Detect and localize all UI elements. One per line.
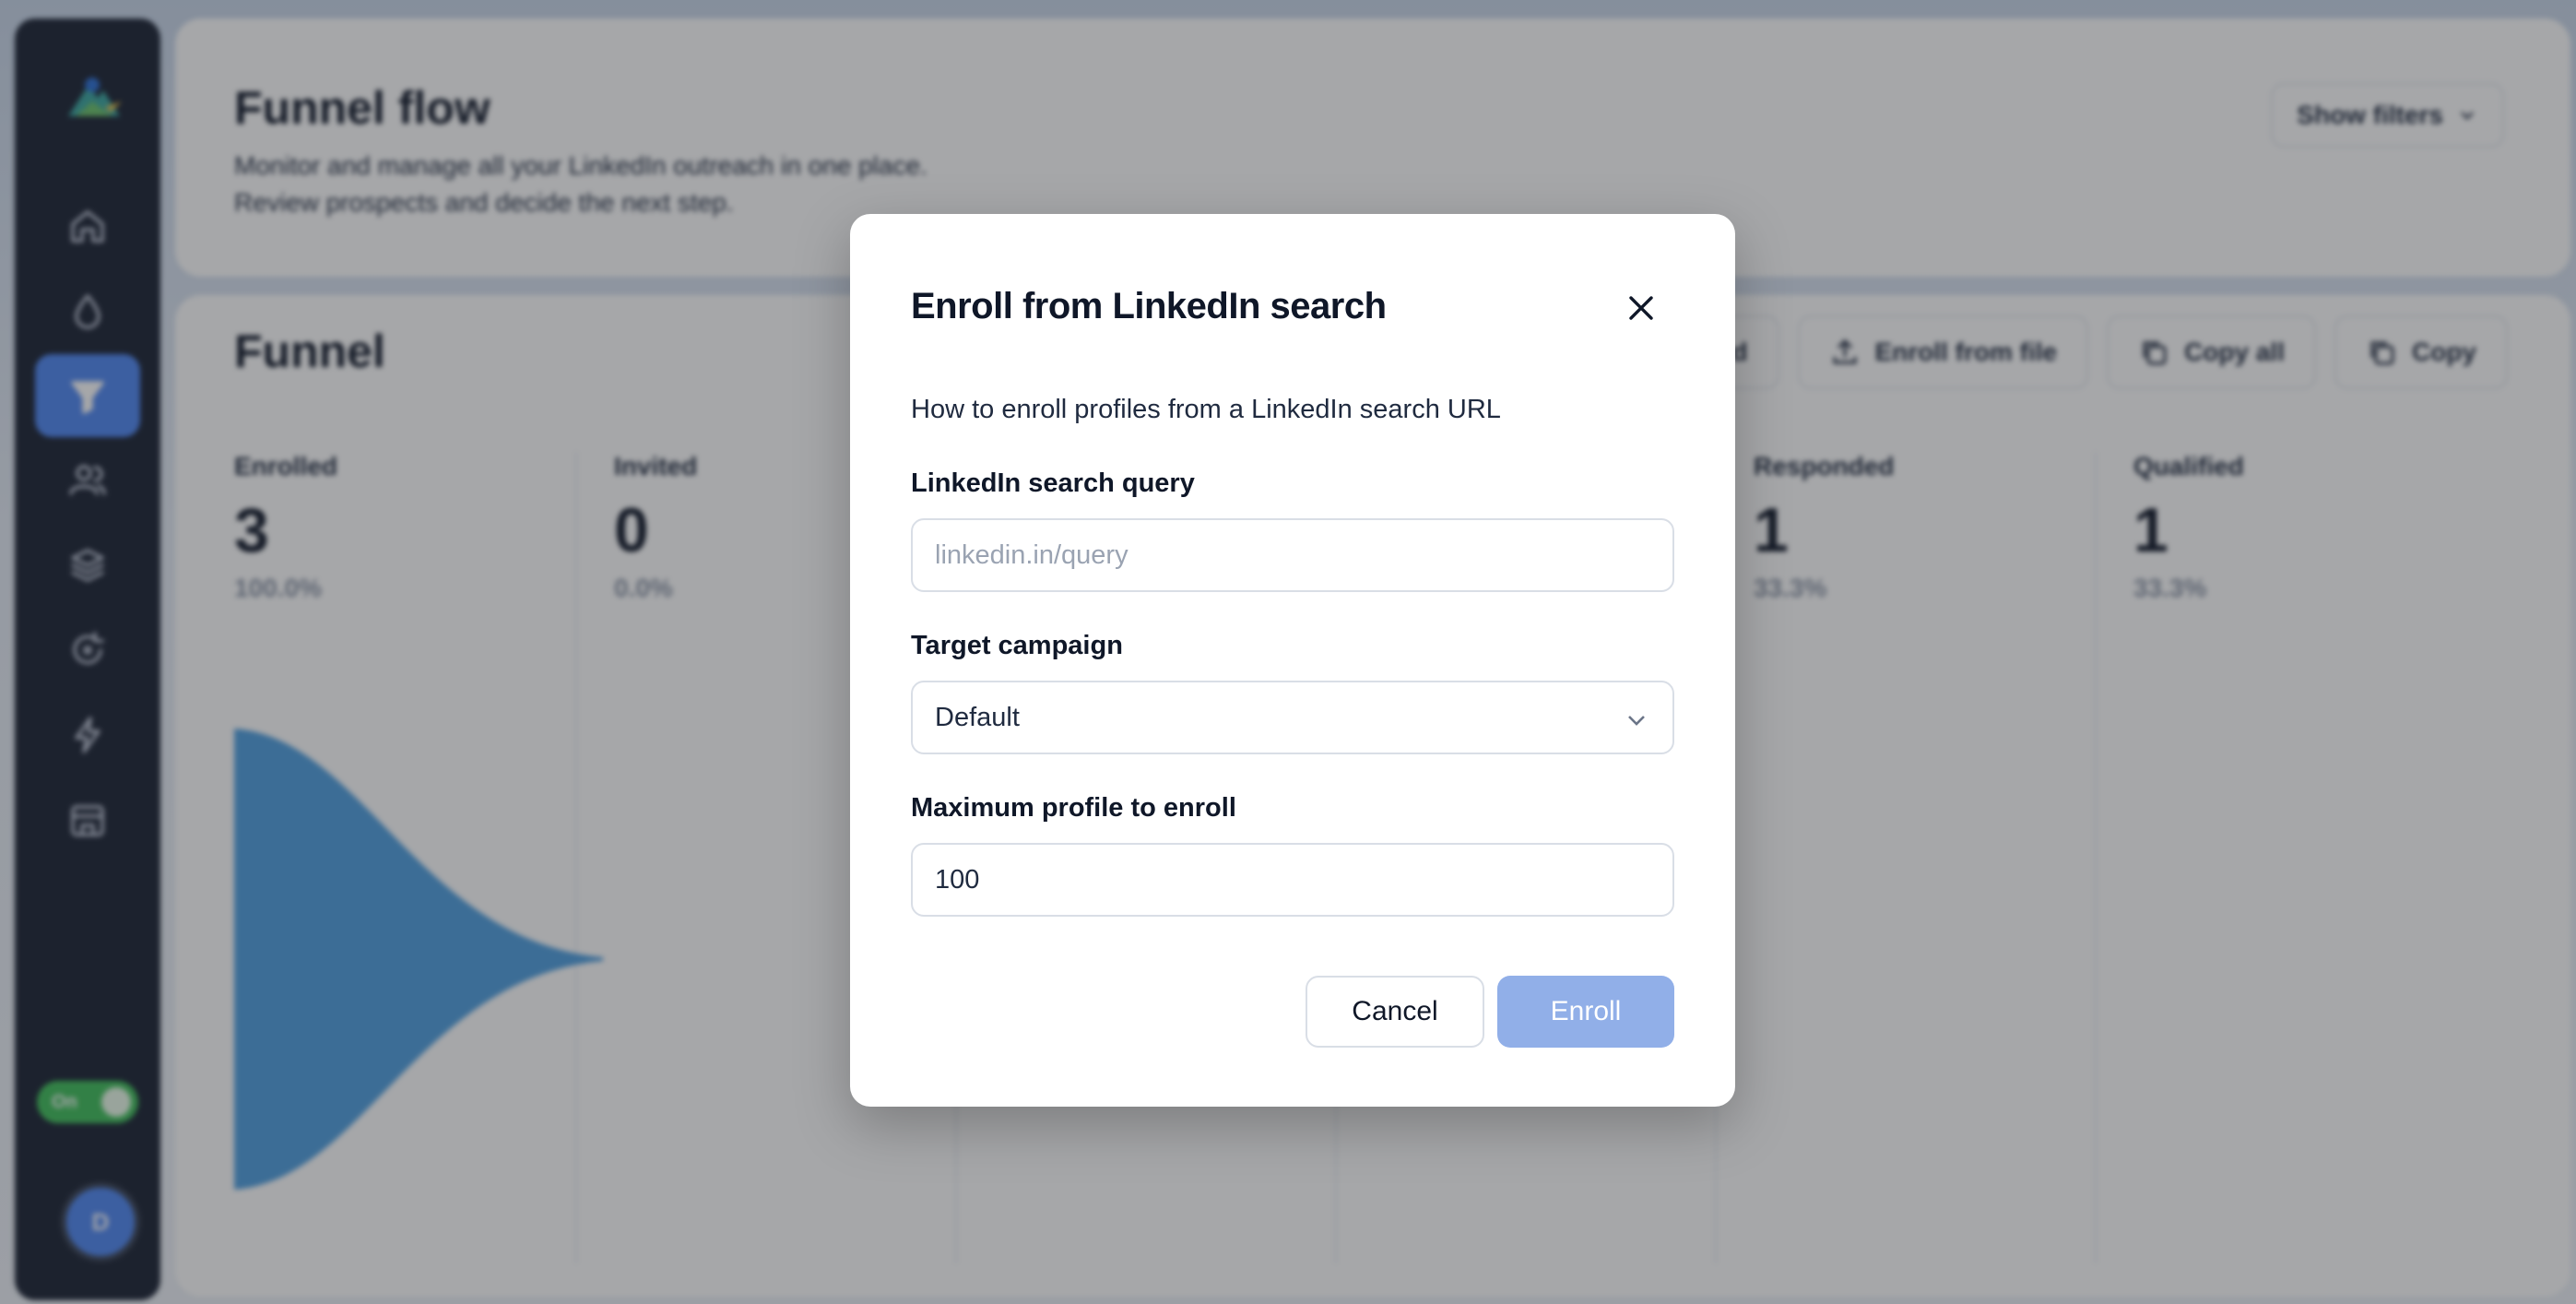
max-profiles-input[interactable] [911, 843, 1674, 917]
close-icon [1629, 296, 1653, 320]
enroll-linkedin-modal: Enroll from LinkedIn search How to enrol… [850, 214, 1735, 1107]
campaign-label: Target campaign [911, 631, 1123, 660]
campaign-selected-value: Default [935, 702, 1020, 732]
linkedin-search-input[interactable] [911, 518, 1674, 592]
query-label: LinkedIn search query [911, 468, 1195, 498]
modal-title: Enroll from LinkedIn search [911, 286, 1387, 326]
target-campaign-select[interactable]: Default [911, 681, 1674, 754]
enroll-button[interactable]: Enroll [1497, 976, 1674, 1048]
max-profiles-label: Maximum profile to enroll [911, 793, 1236, 823]
chevron-down-icon [1625, 708, 1648, 732]
cancel-button[interactable]: Cancel [1306, 976, 1484, 1048]
modal-description: How to enroll profiles from a LinkedIn s… [911, 395, 1501, 424]
close-button[interactable] [1615, 282, 1667, 334]
